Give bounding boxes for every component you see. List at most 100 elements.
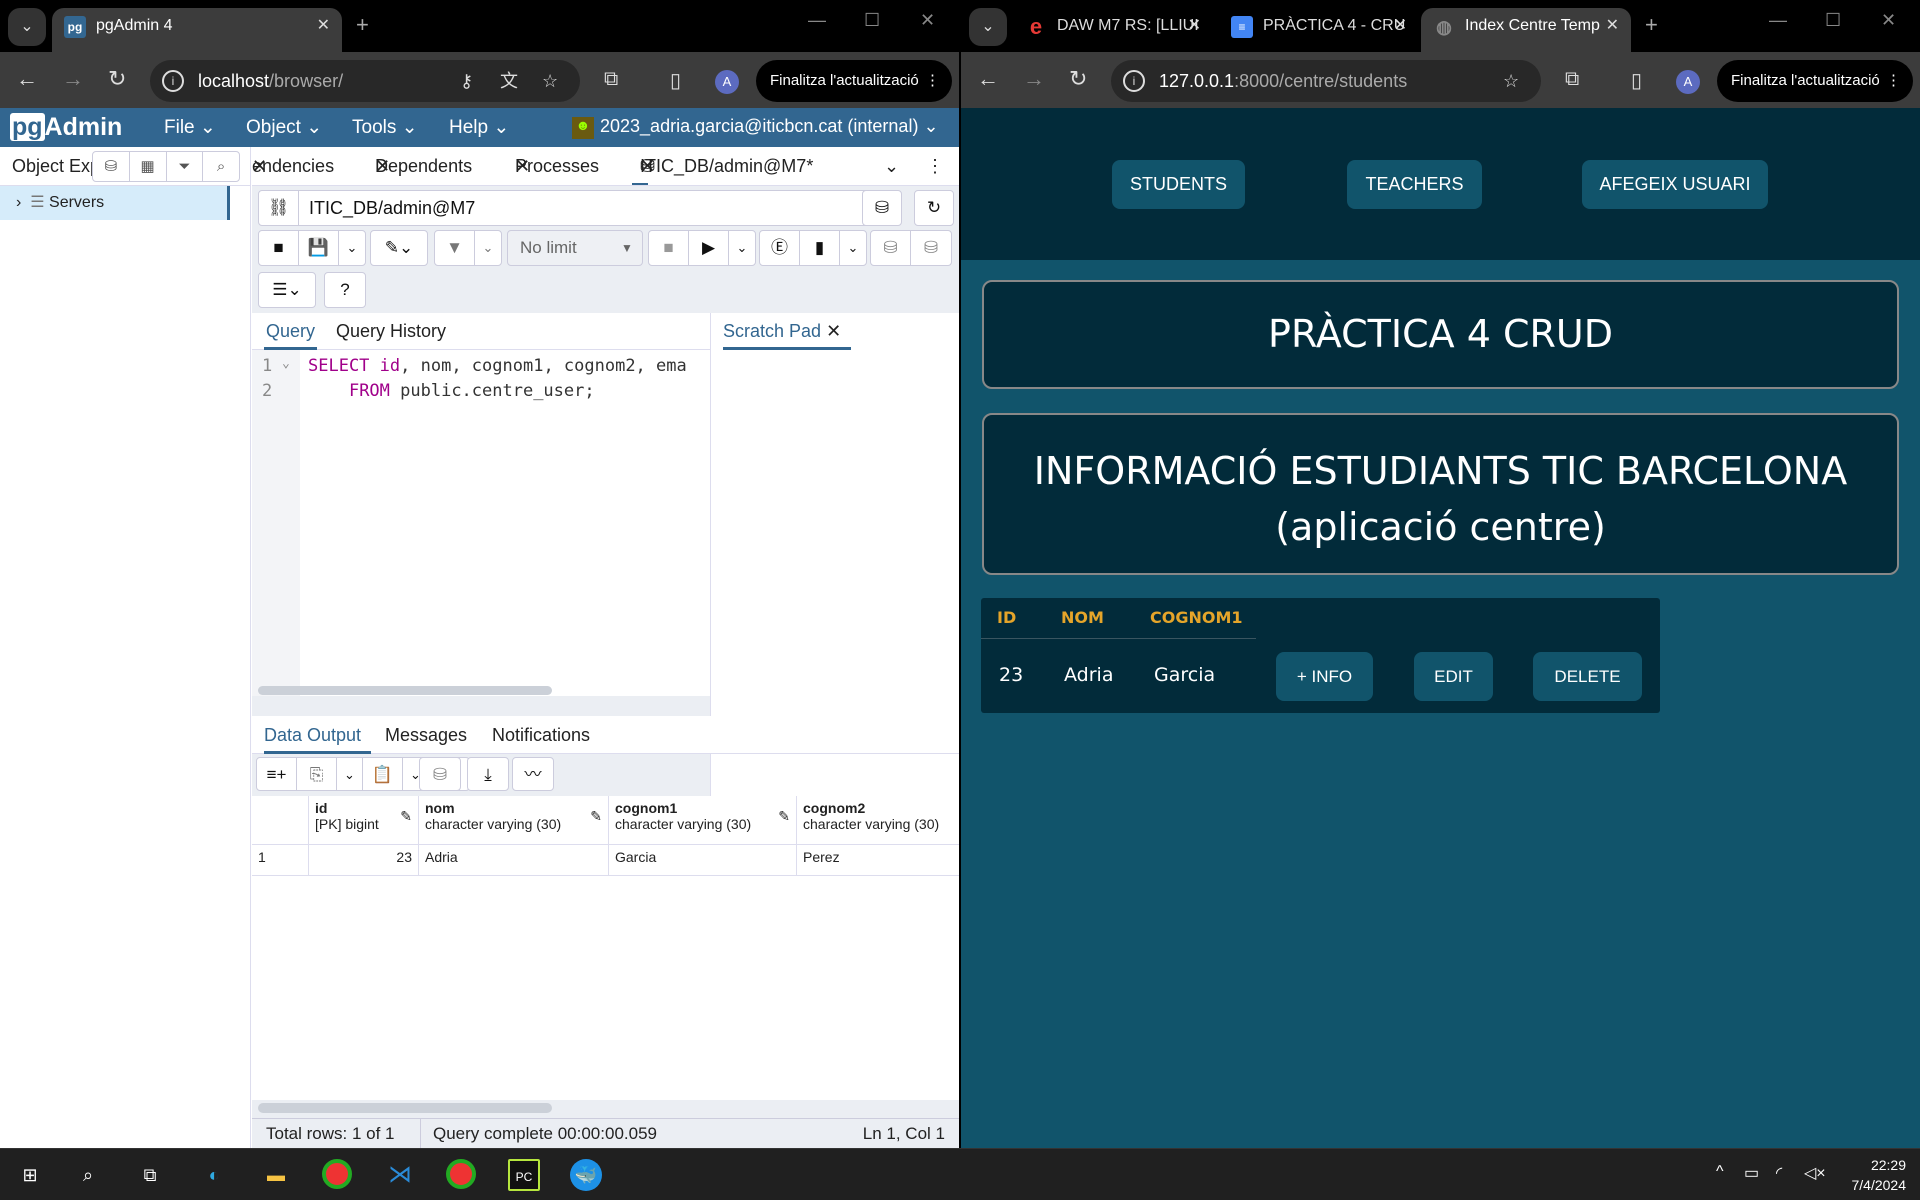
search-icon[interactable]: ⌕ xyxy=(72,1159,104,1191)
side-panel-icon[interactable]: ▯ xyxy=(1631,68,1642,93)
students-button[interactable]: STUDENTS xyxy=(1112,160,1245,209)
tab-processes[interactable]: Processes ✕ xyxy=(515,147,599,185)
tree-item-servers[interactable]: › ☰ Servers xyxy=(0,186,230,220)
execute-dropdown-icon[interactable]: ⌄ xyxy=(729,231,755,265)
maximize-button[interactable]: ☐ xyxy=(864,10,880,31)
paste-icon[interactable]: 📋 xyxy=(363,758,403,790)
new-tab-button[interactable]: + xyxy=(356,12,369,38)
more-menu-icon[interactable]: ⋮ xyxy=(925,60,940,102)
info-button[interactable]: + INFO xyxy=(1276,652,1373,701)
back-icon[interactable]: ← xyxy=(977,66,999,92)
edge-icon[interactable]: ◐ xyxy=(198,1159,230,1191)
wifi-icon[interactable]: ◜ xyxy=(1776,1163,1782,1183)
tab-notifications[interactable]: Notifications xyxy=(492,716,590,754)
url-input[interactable]: i 127.0.0.1:8000/centre/students ☆ xyxy=(1111,60,1541,102)
view-data-icon[interactable]: ▦ xyxy=(130,152,167,181)
close-tab-icon[interactable]: ✕ xyxy=(317,8,330,44)
more-menu-icon[interactable]: ⋮ xyxy=(1886,60,1901,102)
close-tab-icon[interactable]: ✕ xyxy=(1606,8,1619,44)
tab-practica[interactable]: ≡ PRÀCTICA 4 - CRU ✕ xyxy=(1219,8,1419,52)
tab-search-button[interactable]: ⌄ xyxy=(969,8,1007,46)
save-dropdown-icon[interactable]: ⌄ xyxy=(339,231,365,265)
delete-button[interactable]: DELETE xyxy=(1533,652,1642,701)
column-header-nom[interactable]: nom character varying (30) ✎ xyxy=(419,796,609,845)
graph-button[interactable]: 〰 xyxy=(512,757,554,791)
cell-nom[interactable]: Adria xyxy=(419,845,609,876)
close-tab-icon[interactable]: ✕ xyxy=(1188,8,1201,44)
tab-daw[interactable]: e DAW M7 RS: [LLIUI ✕ xyxy=(1013,8,1213,52)
site-info-icon[interactable]: i xyxy=(1123,70,1145,92)
stop-icon[interactable]: ■ xyxy=(649,231,689,265)
column-header-cognom1[interactable]: cognom1 character varying (30) ✎ xyxy=(609,796,797,845)
column-header-cognom2[interactable]: cognom2 character varying (30) xyxy=(797,796,959,845)
url-input[interactable]: i localhost/browser/ ⚷ 文 ☆ xyxy=(150,60,580,102)
macros-icon[interactable]: ☰⌄ xyxy=(259,273,315,307)
new-connection-button[interactable]: ⛁ xyxy=(862,190,902,226)
pycharm-icon[interactable]: PC xyxy=(508,1159,540,1191)
column-header-id[interactable]: id [PK] bigint ✎ xyxy=(309,796,419,845)
tabs-dropdown-icon[interactable]: ⌄ xyxy=(884,147,899,185)
expand-chevron-icon[interactable]: › xyxy=(16,194,21,211)
minimize-button[interactable]: — xyxy=(1769,10,1787,31)
docker-icon[interactable]: 🐳 xyxy=(570,1159,602,1191)
tab-messages[interactable]: Messages xyxy=(385,716,467,754)
add-user-button[interactable]: AFEGEIX USUARI xyxy=(1582,160,1768,209)
minimize-button[interactable]: — xyxy=(808,10,826,31)
vscode-icon[interactable]: ⋊ xyxy=(384,1159,416,1191)
edit-pen-icon[interactable]: ✎⌄ xyxy=(371,231,427,265)
close-window-button[interactable]: ✕ xyxy=(920,10,935,31)
bookmark-star-icon[interactable]: ☆ xyxy=(542,60,558,102)
key-icon[interactable]: ⚷ xyxy=(460,60,473,102)
tabs-more-icon[interactable]: ⋮ xyxy=(926,147,944,185)
chrome-icon[interactable] xyxy=(322,1159,352,1189)
tab-search-button[interactable]: ⌄ xyxy=(8,8,46,46)
volume-muted-icon[interactable]: ◁× xyxy=(1804,1163,1826,1183)
forward-icon[interactable]: → xyxy=(62,66,84,92)
help-button[interactable]: ? xyxy=(324,272,366,308)
execute-play-icon[interactable]: ▶ xyxy=(689,231,729,265)
commit-icon[interactable]: ⛁ xyxy=(871,231,911,265)
save-data-button[interactable]: ⛁ xyxy=(419,757,461,791)
battery-icon[interactable]: ▭ xyxy=(1744,1163,1759,1183)
connection-select[interactable]: ⛓ ITIC_DB/admin@M7 ⌄ xyxy=(258,190,894,226)
profile-avatar[interactable]: A xyxy=(1676,70,1700,94)
user-menu[interactable]: 2023_adria.garcia@iticbcn.cat (internal)… xyxy=(600,116,939,137)
close-window-button[interactable]: ✕ xyxy=(1881,10,1896,31)
download-button[interactable]: ⤓ xyxy=(467,757,509,791)
cell-id[interactable]: 23 xyxy=(309,845,419,876)
explain-analyze-icon[interactable]: ▮ xyxy=(800,231,840,265)
extensions-icon[interactable]: ⧉ xyxy=(1565,68,1579,91)
filter-rows-icon[interactable]: ⏷ xyxy=(167,152,204,181)
close-tab-icon[interactable]: ✕ xyxy=(1394,8,1407,44)
rollback-icon[interactable]: ⛁ xyxy=(911,231,951,265)
search-icon[interactable]: ⌕ xyxy=(203,152,239,181)
refresh-button[interactable]: ↻ xyxy=(914,190,954,226)
reload-icon[interactable]: ↻ xyxy=(1069,66,1087,92)
new-tab-button[interactable]: + xyxy=(1645,12,1658,38)
copy-icon[interactable]: ⎘ xyxy=(297,758,337,790)
edit-button[interactable]: EDIT xyxy=(1414,652,1493,701)
tab-data-output[interactable]: Data Output xyxy=(264,716,372,754)
update-button[interactable]: Finalitza l'actualització ⋮ xyxy=(756,60,952,102)
back-icon[interactable]: ← xyxy=(16,66,38,92)
sql-editor[interactable]: 1 ⌄ 2 SELECT id, nom, cognom1, cognom2, … xyxy=(252,350,710,696)
profile-avatar[interactable]: A xyxy=(715,70,739,94)
translate-icon[interactable]: 文 xyxy=(500,60,518,102)
menu-help[interactable]: Help ⌄ xyxy=(449,116,509,139)
save-icon[interactable]: 💾 xyxy=(299,231,339,265)
filter-dropdown-icon[interactable]: ⌄ xyxy=(475,231,501,265)
add-row-icon[interactable]: ≡+ xyxy=(257,758,297,790)
editor-scrollbar[interactable] xyxy=(258,686,552,695)
reload-icon[interactable]: ↻ xyxy=(108,66,126,92)
menu-object[interactable]: Object ⌄ xyxy=(246,116,322,139)
copy-dropdown-icon[interactable]: ⌄ xyxy=(337,758,363,790)
fold-chevron-icon[interactable]: ⌄ xyxy=(282,356,290,371)
file-explorer-icon[interactable]: ▬ xyxy=(260,1159,292,1191)
clock[interactable]: 22:29 7/4/2024 xyxy=(1840,1155,1907,1195)
bookmark-star-icon[interactable]: ☆ xyxy=(1503,60,1519,102)
scratch-pad-panel[interactable]: Scratch Pad ✕ xyxy=(710,313,959,863)
update-button[interactable]: Finalitza l'actualització ⋮ xyxy=(1717,60,1913,102)
open-file-icon[interactable]: ■ xyxy=(259,231,299,265)
task-view-icon[interactable]: ⧉ xyxy=(134,1159,166,1191)
explain-dropdown-icon[interactable]: ⌄ xyxy=(840,231,866,265)
